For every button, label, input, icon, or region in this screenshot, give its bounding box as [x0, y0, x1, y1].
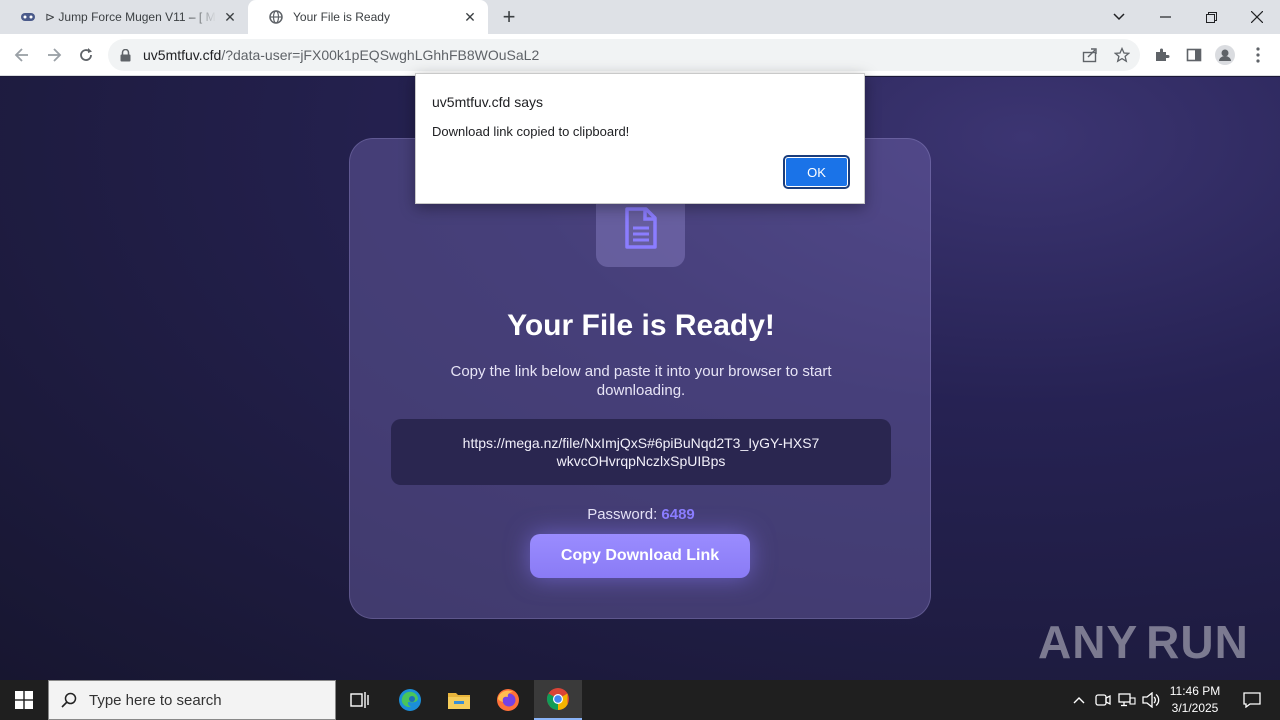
- url-path: /?data-user=jFX00k1pEQSwghLGhhFB8WOuSaL2: [221, 47, 540, 63]
- address-bar[interactable]: uv5mtfuv.cfd/?data-user=jFX00k1pEQSwghLG…: [108, 39, 1140, 71]
- gamepad-icon: [20, 9, 36, 25]
- dialog-message: Download link copied to clipboard!: [432, 124, 630, 139]
- clock-date: 3/1/2025: [1171, 701, 1219, 715]
- new-tab-button[interactable]: +: [496, 4, 522, 30]
- forward-arrow-icon[interactable]: [40, 41, 68, 69]
- back-arrow-icon[interactable]: [8, 41, 36, 69]
- windows-start-icon[interactable]: [0, 680, 48, 720]
- url-host: uv5mtfuv.cfd: [143, 47, 222, 63]
- network-icon[interactable]: [1116, 680, 1138, 720]
- password-line: Password: 6489: [350, 506, 932, 523]
- volume-icon[interactable]: [1140, 680, 1162, 720]
- firefox-icon[interactable]: [484, 680, 532, 720]
- side-panel-icon[interactable]: [1184, 45, 1204, 65]
- page-title: Your File is Ready!: [507, 309, 775, 342]
- dialog-title: uv5mtfuv.cfd says: [432, 94, 544, 110]
- download-link-box[interactable]: https://mega.nz/file/NxImjQxS#6piBuNqd2T…: [391, 419, 891, 485]
- password-value: 6489: [661, 506, 695, 523]
- browser-toolbar: uv5mtfuv.cfd/?data-user=jFX00k1pEQSwghLG…: [0, 34, 1280, 76]
- close-tab-icon[interactable]: ✕: [456, 3, 484, 31]
- ok-button[interactable]: OK: [783, 155, 850, 189]
- globe-icon: [268, 9, 284, 25]
- anyrun-watermark-logo: ANY RUN: [1038, 607, 1248, 677]
- meet-now-icon[interactable]: [1093, 680, 1113, 720]
- url-text: uv5mtfuv.cfd/?data-user=jFX00k1pEQSwghLG…: [143, 47, 539, 63]
- file-explorer-icon[interactable]: [435, 680, 483, 720]
- tab-strip: ⊳ Jump Force Mugen V11 – [ M ✕ Your File…: [0, 0, 1280, 34]
- extensions-puzzle-icon[interactable]: [1152, 45, 1172, 65]
- notification-center-icon[interactable]: [1232, 680, 1272, 720]
- edge-browser-icon[interactable]: [386, 680, 434, 720]
- show-hidden-icons-chevron-icon[interactable]: [1069, 680, 1089, 720]
- download-card: Your File is Ready! Copy the link below …: [349, 138, 931, 619]
- bookmark-star-icon[interactable]: [1113, 46, 1131, 64]
- taskbar: Type here to search 11:46 PM 3/1/2025: [0, 680, 1280, 720]
- chrome-icon[interactable]: [534, 680, 582, 720]
- password-label: Password:: [587, 506, 658, 523]
- instructions-text: Copy the link below and paste it into yo…: [450, 363, 832, 399]
- minimize-icon[interactable]: [1142, 0, 1188, 34]
- watermark-right: RUN: [1146, 616, 1249, 668]
- task-view-icon[interactable]: [336, 680, 384, 720]
- tab-search-chevron-icon[interactable]: [1096, 0, 1142, 34]
- reload-icon[interactable]: [72, 41, 100, 69]
- search-icon: [49, 692, 89, 708]
- alert-dialog: uv5mtfuv.cfd says Download link copied t…: [415, 73, 865, 204]
- system-clock[interactable]: 11:46 PM 3/1/2025: [1166, 683, 1224, 717]
- share-icon[interactable]: [1081, 46, 1099, 64]
- watermark-left: ANY: [1038, 616, 1139, 668]
- close-tab-icon[interactable]: ✕: [216, 3, 244, 31]
- restore-icon[interactable]: [1188, 0, 1234, 34]
- tab-title: ⊳ Jump Force Mugen V11 – [ M: [45, 10, 216, 24]
- lock-icon[interactable]: [120, 48, 134, 62]
- search-placeholder: Type here to search: [89, 691, 222, 709]
- tab-title: Your File is Ready: [293, 10, 390, 24]
- tab-your-file-is-ready[interactable]: Your File is Ready ✕: [248, 0, 488, 34]
- profile-avatar-icon[interactable]: [1215, 45, 1235, 65]
- tab-jump-force[interactable]: ⊳ Jump Force Mugen V11 – [ M ✕: [0, 0, 248, 34]
- taskbar-search-box[interactable]: Type here to search: [48, 680, 336, 720]
- copy-download-link-button[interactable]: Copy Download Link: [530, 534, 750, 578]
- kebab-menu-icon[interactable]: [1248, 45, 1268, 65]
- close-window-icon[interactable]: [1234, 0, 1280, 34]
- clock-time: 11:46 PM: [1169, 684, 1221, 698]
